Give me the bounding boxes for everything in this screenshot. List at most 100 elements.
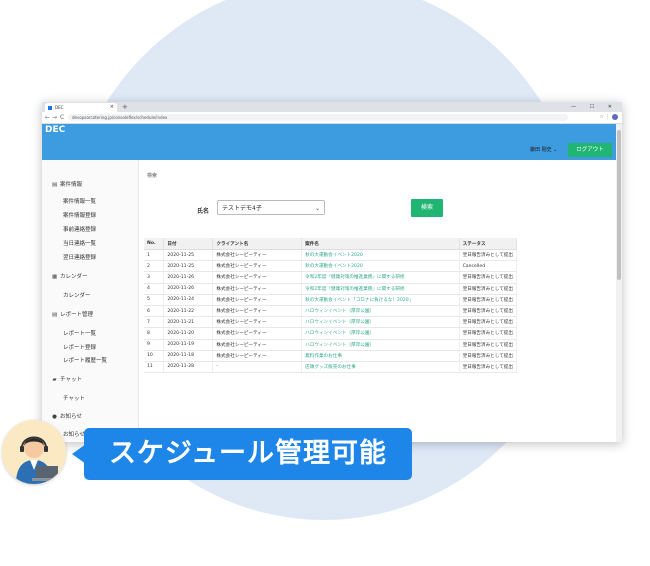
cell-no: 10	[144, 350, 165, 362]
name-label: 氏名	[197, 208, 210, 215]
address-bar: ← → C devopsorcatering.jp/consoleflex/sc…	[42, 112, 622, 124]
cell-case[interactable]: ハロウィンイベント（厚岸公園）	[301, 339, 460, 351]
cell-no: 8	[144, 327, 165, 340]
sidebar-section-chat[interactable]: ▰ チャット	[52, 375, 82, 383]
report-icon: ▤	[52, 312, 58, 318]
cell-no: 1	[144, 249, 165, 262]
forward-icon[interactable]: →	[52, 112, 57, 123]
app-screenshot: DEC × + — ☐ ✕ ← → C devopsorcatering.jp/…	[42, 102, 622, 442]
sidebar-section-calendar[interactable]: ▦ カレンダー	[52, 272, 88, 280]
profile-avatar[interactable]	[612, 113, 618, 120]
chevron-down-icon: ⌄	[314, 205, 320, 212]
document-icon: ▤	[52, 182, 58, 188]
cell-case[interactable]: 秋の大運動会イベント「コロナに負けるな！2020」	[301, 294, 460, 306]
sidebar-item-report-history[interactable]: レポート履歴一覧	[63, 356, 107, 364]
name-select-value: テストデモ4子	[222, 205, 262, 212]
cell-case[interactable]: 秋の大運動会イベント2020	[301, 260, 460, 273]
scroll-thumb[interactable]	[617, 130, 621, 280]
schedule-table: No. 日付 クライアント名 案件名 ステータス 1 2020-11-25 株式会社…	[144, 238, 518, 374]
cell-date: 2020-11-18	[163, 350, 214, 362]
col-case[interactable]: 案件名	[301, 238, 460, 250]
sidebar-item-report-list[interactable]: レポート一覧	[63, 329, 96, 337]
cell-date: 2020-11-26	[163, 283, 214, 295]
back-icon[interactable]: ←	[45, 112, 50, 123]
cell-client: 株式会社シーピーティー	[212, 327, 303, 340]
cell-client: 株式会社シーピーティー	[212, 350, 303, 362]
scrollbar[interactable]	[616, 124, 622, 442]
sidebar-item-sameday-contact[interactable]: 当日連絡一覧	[63, 239, 96, 247]
cell-case[interactable]: 店頭グッズ販売のお仕事	[301, 361, 460, 374]
new-tab-icon[interactable]: +	[122, 102, 128, 112]
cell-client: 株式会社シーピーティー	[212, 271, 303, 284]
col-client[interactable]: クライアント名	[212, 238, 303, 250]
sidebar-item-chat[interactable]: チャット	[63, 394, 85, 402]
sidebar-item-case-list[interactable]: 案件情報一覧	[63, 197, 96, 205]
table-row[interactable]: 2 2020-11-25 株式会社シーピーティー 秋の大運動会イベント2020 Canc…	[144, 260, 518, 273]
cell-status: 翌日報告済みとして提出	[459, 283, 518, 295]
window-controls[interactable]: — ☐ ✕	[571, 102, 618, 112]
user-menu[interactable]: 鎌田 剛史 ⌄	[530, 146, 557, 153]
cell-date: 2020-11-20	[163, 327, 214, 340]
cell-client: 株式会社シーピーティー	[212, 283, 303, 295]
operator-illustration	[2, 420, 66, 484]
reload-icon[interactable]: C	[60, 112, 64, 123]
table-row[interactable]: 1 2020-11-25 株式会社シーピーティー 秋の大運動会イベント2020 翌日報告…	[144, 249, 518, 262]
name-select[interactable]: テストデモ4子 ⌄	[217, 200, 325, 215]
table-row[interactable]: 8 2020-11-20 株式会社シーピーティー ハロウィンイベント（厚岸公園） 翌日報…	[144, 327, 518, 340]
cell-case[interactable]: 秋の大運動会イベント2020	[301, 249, 460, 262]
browser-tab-bar: DEC × + — ☐ ✕	[42, 102, 622, 112]
cell-status: 翌日報告済みとして提出	[459, 294, 518, 306]
table-row[interactable]: 6 2020-11-22 株式会社シーピーティー ハロウィンイベント（厚岸公園） 翌日報…	[144, 305, 518, 318]
sidebar-item-nextday-contact[interactable]: 翌日連絡登録	[63, 253, 96, 261]
cell-case[interactable]: 令和2年度『健康対策の推進業務』に関する研修	[301, 271, 460, 284]
app-logo[interactable]: DEC	[45, 125, 65, 135]
cell-case[interactable]: ハロウィンイベント（厚岸公園）	[301, 305, 460, 318]
col-status[interactable]: ステータス	[459, 238, 518, 250]
cell-case[interactable]: 無料作業のお仕事	[301, 350, 460, 362]
search-button[interactable]: 検索	[411, 199, 443, 217]
cell-no: 6	[144, 305, 165, 318]
col-no[interactable]: No.	[144, 238, 165, 250]
calendar-icon: ▦	[52, 274, 58, 280]
cell-status: 翌日報告済みとして提出	[459, 305, 518, 318]
cell-status: 翌日報告済みとして提出	[459, 316, 518, 329]
cell-status: 翌日報告済みとして提出	[459, 271, 518, 284]
cell-client: 株式会社シーピーティー	[212, 305, 303, 318]
feature-banner: スケジュール管理可能	[84, 428, 412, 480]
table-row[interactable]: 3 2020-11-26 株式会社シーピーティー 令和2年度『健康対策の推進業務』に関…	[144, 271, 518, 284]
table-row[interactable]: 10 2020-11-18 株式会社シーピーティー 無料作業のお仕事 翌日報告済みとして…	[144, 350, 518, 362]
sidebar-section-cases[interactable]: ▤ 案件情報	[52, 180, 82, 188]
cell-case[interactable]: 令和2年度『健康対策の推進業務』に関する研修	[301, 283, 460, 295]
logout-button[interactable]: ログアウト	[568, 143, 612, 157]
cell-no: 9	[144, 339, 165, 351]
star-icon[interactable]: ☆ ⋮	[599, 114, 610, 120]
cell-case[interactable]: ハロウィンイベント（厚岸公園）	[301, 316, 460, 329]
cell-no: 2	[144, 260, 165, 273]
cell-client: 株式会社シーピーティー	[212, 339, 303, 351]
table-row[interactable]: 5 2020-11-24 株式会社シーピーティー 秋の大運動会イベント「コロナに負ける…	[144, 294, 518, 306]
col-date[interactable]: 日付	[163, 238, 214, 250]
cell-no: 11	[144, 361, 165, 374]
table-row[interactable]: 7 2020-11-21 株式会社シーピーティー ハロウィンイベント（厚岸公園） 翌日報…	[144, 316, 518, 329]
sidebar-section-notices[interactable]: ● お知らせ	[52, 412, 82, 420]
sidebar-section-reports[interactable]: ▤ レポート管理	[52, 310, 93, 318]
cell-date: 2020-11-22	[163, 305, 214, 318]
table-row[interactable]: 4 2020-11-26 株式会社シーピーティー 令和2年度『健康対策の推進業務』に関…	[144, 283, 518, 295]
sidebar-item-advance-contact[interactable]: 事前連絡登録	[63, 225, 96, 233]
sidebar-item-calendar[interactable]: カレンダー	[63, 291, 91, 299]
chat-icon: ▰	[52, 377, 57, 383]
table-header-row: No. 日付 クライアント名 案件名 ステータス	[144, 238, 518, 250]
cell-no: 5	[144, 294, 165, 306]
cell-status: 翌日報告済みとして提出	[459, 339, 518, 351]
sidebar-item-report-register[interactable]: レポート登録	[63, 343, 96, 351]
cell-case[interactable]: ハロウィンイベント（厚岸公園）	[301, 327, 460, 340]
browser-tab[interactable]: DEC ×	[45, 103, 117, 112]
sidebar-item-case-register[interactable]: 案件情報登録	[63, 211, 96, 219]
sidebar-item-notices[interactable]: お知らせ	[63, 430, 85, 438]
cell-no: 3	[144, 271, 165, 284]
url-input[interactable]: devopsorcatering.jp/consoleflex/schedule…	[68, 114, 568, 121]
table-row[interactable]: 9 2020-11-19 株式会社シーピーティー ハロウィンイベント（厚岸公園） 翌日報…	[144, 339, 518, 351]
main-content: 検索 氏名 テストデモ4子 ⌄ 検索 No. 日付 クライアント名 案件名 ステ…	[139, 160, 616, 442]
table-row[interactable]: 11 2020-11-28- 店頭グッズ販売のお仕事 翌日報告済みとして提出	[144, 361, 518, 374]
close-icon[interactable]: ×	[110, 103, 114, 112]
